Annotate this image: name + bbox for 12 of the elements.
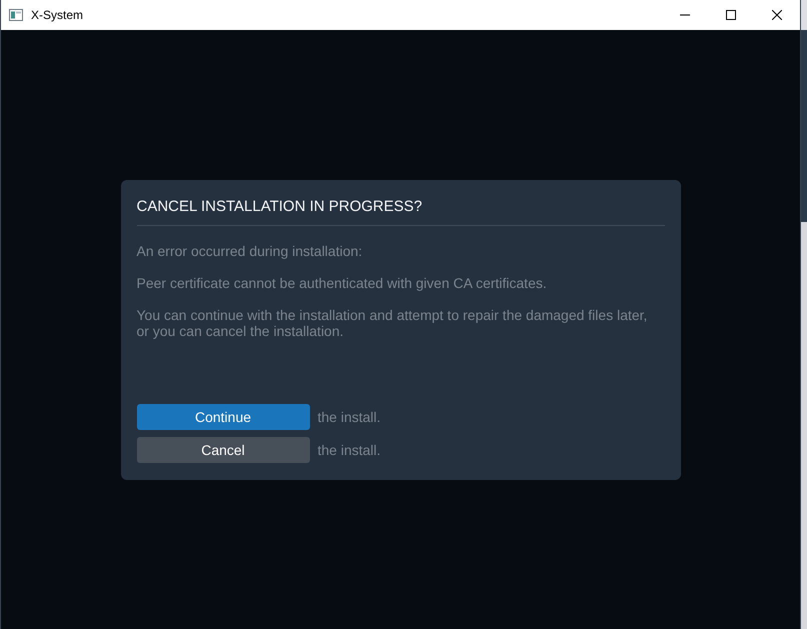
continue-button[interactable]: Continue [136,404,310,430]
dialog-message: Peer certificate cannot be authenticated with given CA certificates. [136,274,548,290]
close-icon [772,10,782,20]
app-icon [9,9,23,21]
dialog-title: CANCEL INSTALLATION IN PROGRESS? [136,196,664,226]
dialog-message: An error occurred during installation: [136,242,364,258]
dialog-message: You can continue with the installation and attempt to repair the damaged files later, or you can cancel the installation. [136,306,648,338]
action-note: the install. [318,408,381,424]
maximize-icon [726,10,736,20]
window-title: X-System [31,7,84,23]
action-note: the install. [318,442,381,458]
cancel-button[interactable]: Cancel [136,436,310,462]
